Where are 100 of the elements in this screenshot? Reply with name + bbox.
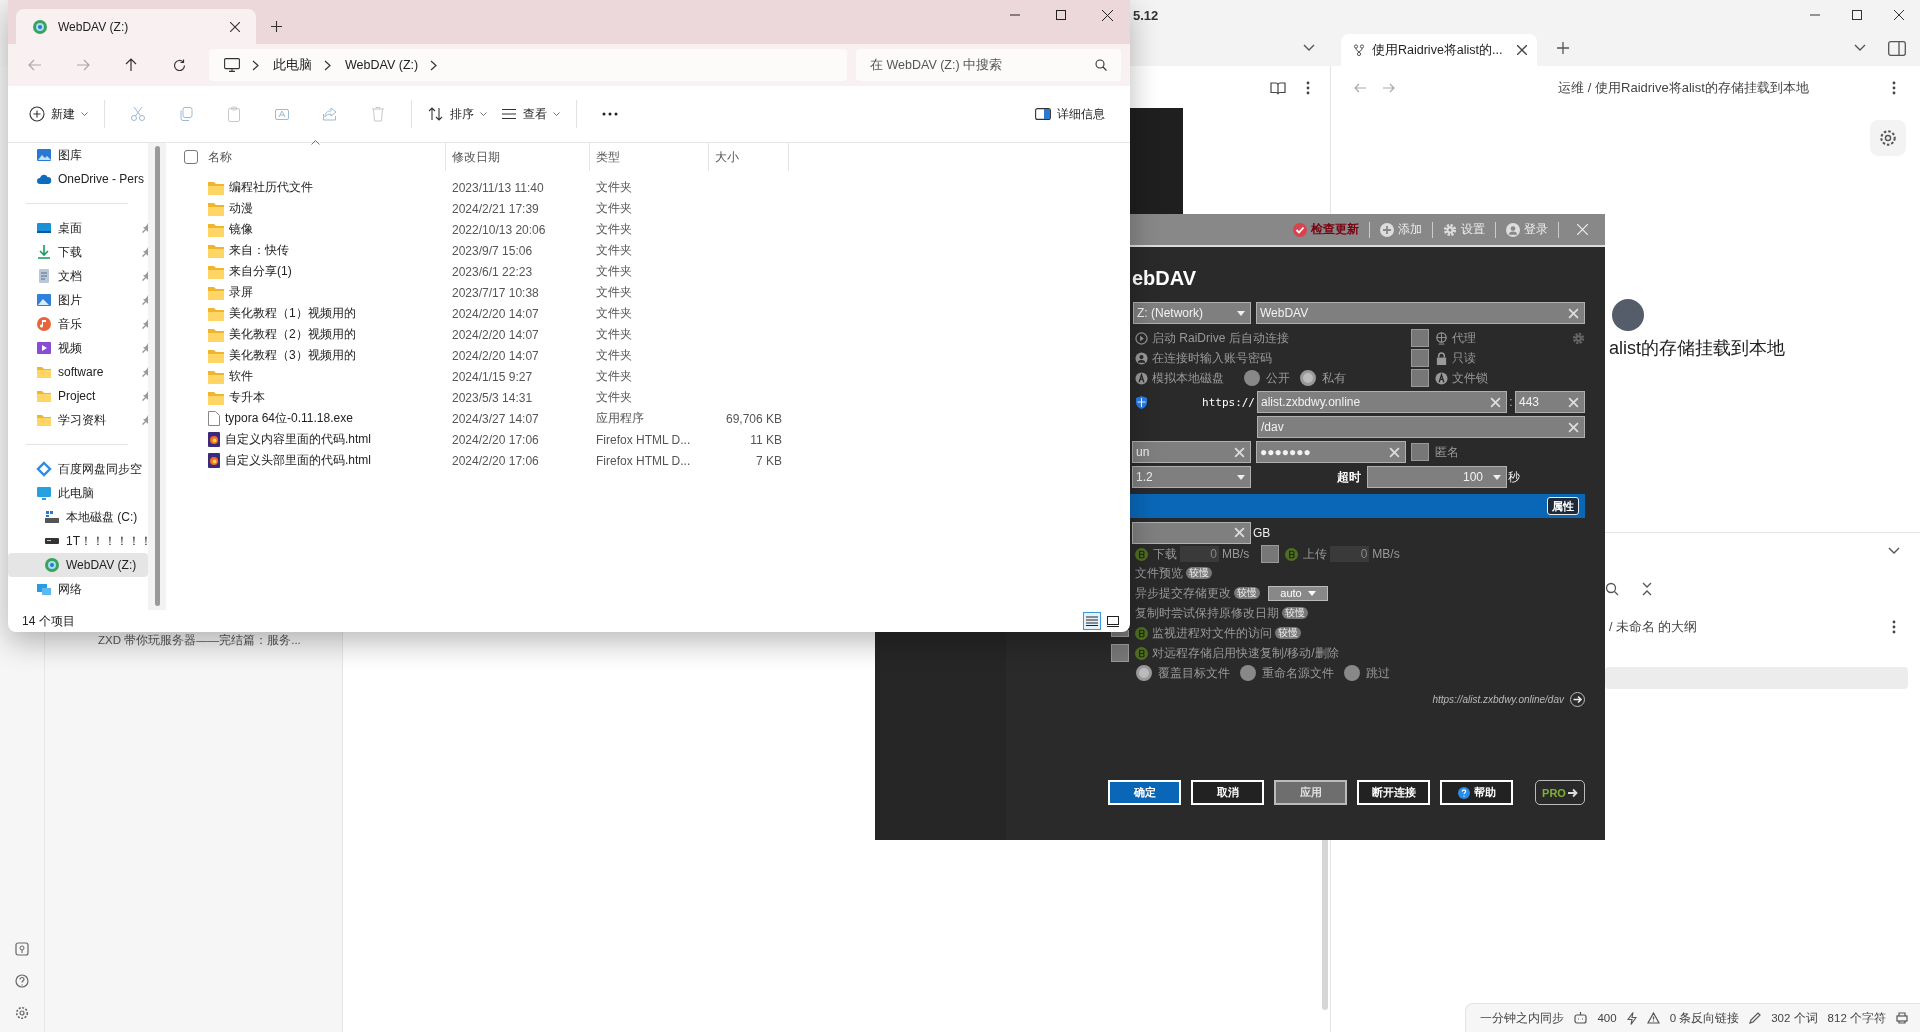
warning-icon[interactable]: [1646, 1012, 1660, 1024]
file-name[interactable]: 自定义内容里面的代码.html: [225, 431, 371, 448]
breadcrumb-item[interactable]: WebDAV (Z:): [345, 58, 419, 72]
column-header[interactable]: 类型: [590, 143, 709, 171]
clear-icon[interactable]: [1568, 396, 1579, 408]
more-icon[interactable]: [1892, 620, 1896, 634]
sidebar-icon[interactable]: [1888, 41, 1906, 56]
checkbox[interactable]: [1111, 644, 1129, 662]
dialog-button[interactable]: 取消: [1191, 780, 1264, 805]
search-field[interactable]: 在 WebDAV (Z:) 中搜索: [856, 49, 1121, 81]
clear-icon[interactable]: [1568, 421, 1579, 433]
nav-item[interactable]: 音乐: [8, 312, 148, 336]
nav-item[interactable]: WebDAV (Z:): [8, 553, 148, 577]
clear-icon[interactable]: [1234, 446, 1245, 458]
search-icon[interactable]: [1605, 582, 1619, 596]
help-icon[interactable]: [15, 974, 29, 988]
name-field[interactable]: WebDAV: [1256, 302, 1585, 324]
file-name[interactable]: 专升本: [229, 389, 265, 406]
close-icon[interactable]: [1101, 9, 1113, 21]
checkbox[interactable]: [1411, 349, 1429, 367]
file-name[interactable]: 录屏: [229, 284, 253, 301]
file-name[interactable]: typora 64位-0.11.18.exe: [225, 410, 353, 427]
file-name[interactable]: 来自分享(1): [229, 263, 292, 280]
radio-button[interactable]: [1136, 665, 1152, 681]
plus-icon[interactable]: [271, 21, 282, 32]
view-button[interactable]: 查看: [494, 98, 567, 130]
robot-icon[interactable]: [1574, 1012, 1588, 1024]
window-tab[interactable]: WebDAV (Z:): [16, 9, 256, 44]
file-name[interactable]: 美化教程（1）视频用的: [229, 305, 356, 322]
pro-button[interactable]: PRO: [1535, 780, 1585, 805]
more-icon[interactable]: [1892, 81, 1896, 95]
file-name[interactable]: 美化教程（2）视频用的: [229, 326, 356, 343]
sort-button[interactable]: 排序: [421, 98, 494, 130]
scrollbar[interactable]: [154, 146, 160, 606]
nav-item[interactable]: 下载: [8, 240, 148, 264]
checkbox[interactable]: [1261, 545, 1280, 563]
path-field[interactable]: /dav: [1257, 416, 1585, 438]
drive-dropdown[interactable]: Z: (Network): [1133, 302, 1251, 324]
password-field[interactable]: ●●●●●●●: [1256, 441, 1406, 463]
checkbox[interactable]: [1411, 369, 1429, 387]
nav-item[interactable]: 百度网盘同步空: [8, 457, 148, 481]
file-name[interactable]: 软件: [229, 368, 253, 385]
properties-button[interactable]: 属性: [1547, 497, 1579, 515]
file-name[interactable]: 自定义头部里面的代码.html: [225, 452, 371, 469]
settings-icon[interactable]: [15, 1006, 29, 1020]
lightning-icon[interactable]: [1626, 1011, 1637, 1025]
maximize-icon[interactable]: [1852, 10, 1862, 20]
note-tab[interactable]: 使用Raidrive将alist的...: [1341, 34, 1537, 66]
nav-item[interactable]: 文档: [8, 264, 148, 288]
file-name[interactable]: 镜像: [229, 221, 253, 238]
details-view-button[interactable]: [1083, 612, 1101, 630]
breadcrumb-item[interactable]: 此电脑: [273, 56, 312, 74]
dialog-button[interactable]: 断开连接: [1357, 780, 1430, 805]
dialog-button[interactable]: 确定: [1108, 780, 1181, 805]
settings-button[interactable]: [1870, 120, 1906, 156]
nav-item[interactable]: 此电脑: [8, 481, 148, 505]
more-icon[interactable]: [1306, 81, 1310, 95]
map-pin-icon[interactable]: [15, 942, 29, 956]
checkbox[interactable]: [1411, 443, 1429, 461]
radio-button[interactable]: [1240, 665, 1256, 681]
file-name[interactable]: 编程社历代文件: [229, 179, 313, 196]
clear-icon[interactable]: [1490, 396, 1501, 408]
quota-field[interactable]: [1132, 521, 1251, 544]
plus-icon[interactable]: [1557, 42, 1569, 54]
clear-icon[interactable]: [1234, 527, 1245, 538]
timeout-dropdown[interactable]: 100: [1367, 466, 1507, 488]
more-icon[interactable]: [602, 112, 618, 116]
port-field[interactable]: 443: [1515, 391, 1585, 413]
column-header[interactable]: 修改日期: [446, 143, 590, 171]
mode-dropdown[interactable]: auto: [1268, 585, 1328, 601]
address-bar[interactable]: 此电脑 WebDAV (Z:): [209, 49, 847, 81]
file-name[interactable]: 美化教程（3）视频用的: [229, 347, 356, 364]
nav-item[interactable]: 视频: [8, 336, 148, 360]
select-all-checkbox[interactable]: [184, 150, 198, 164]
book-icon[interactable]: [1270, 81, 1286, 95]
file-name[interactable]: 动漫: [229, 200, 253, 217]
clear-icon[interactable]: [1389, 446, 1400, 458]
radio-button[interactable]: [1300, 370, 1316, 386]
nav-item[interactable]: 网络: [8, 577, 148, 601]
close-icon[interactable]: [1894, 10, 1904, 20]
refresh-icon[interactable]: [172, 58, 186, 72]
column-header[interactable]: 名称: [206, 143, 446, 171]
nav-item[interactable]: 图库: [8, 143, 148, 167]
clear-icon[interactable]: [1568, 307, 1579, 319]
chevron-down-icon[interactable]: [1888, 547, 1900, 555]
radio-button[interactable]: [1344, 665, 1360, 681]
close-icon[interactable]: [1517, 45, 1527, 55]
file-item[interactable]: ZXD 带你玩服务器——完结篇：服务...: [98, 634, 301, 646]
radio-button[interactable]: [1244, 370, 1260, 386]
chevron-down-icon[interactable]: [1854, 44, 1866, 52]
up-arrow-icon[interactable]: [125, 58, 137, 72]
arrow-right-icon[interactable]: [1570, 691, 1585, 707]
checkbox[interactable]: [1411, 329, 1429, 347]
nav-item[interactable]: 本地磁盘 (C:): [8, 505, 148, 529]
file-name[interactable]: 来自：快传: [229, 242, 289, 259]
nav-item[interactable]: OneDrive - Pers: [8, 167, 148, 191]
username-field[interactable]: un: [1132, 441, 1251, 463]
new-button[interactable]: 新建: [22, 98, 95, 130]
maximize-icon[interactable]: [1056, 10, 1066, 20]
gear-icon[interactable]: [1572, 331, 1585, 345]
